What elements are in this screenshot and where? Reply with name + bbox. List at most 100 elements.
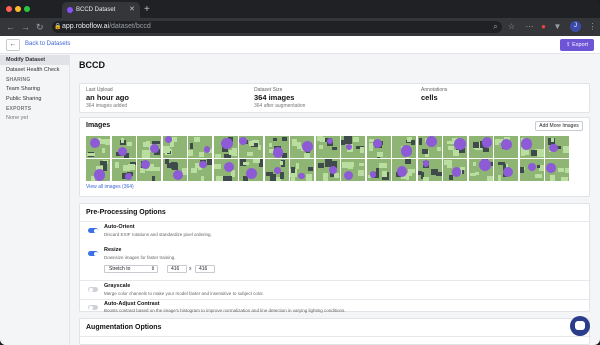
divider (80, 336, 591, 337)
reload-icon[interactable]: ↻ (36, 21, 44, 33)
app-header: ← Back to Datasets ⇪ Export (0, 36, 600, 54)
image-thumbnail[interactable] (111, 136, 136, 158)
image-thumbnail[interactable] (494, 159, 518, 181)
dataset-size-value: 364 images (254, 93, 295, 102)
toggle-knob (88, 287, 93, 292)
image-thumbnail[interactable] (545, 136, 569, 158)
image-thumbnail[interactable] (519, 159, 544, 181)
page-title: BCCD (79, 60, 105, 70)
image-thumbnail[interactable] (366, 159, 391, 181)
maximize-window-button[interactable] (24, 6, 30, 12)
auto-adjust-contrast-name: Auto-Adjust Contrast (104, 301, 160, 307)
back-arrow-icon[interactable]: ← (6, 21, 15, 33)
resize-toggle[interactable] (88, 251, 98, 256)
images-card: Images Add More Images View all images (… (79, 117, 590, 197)
image-thumbnail[interactable] (341, 159, 365, 181)
add-more-images-button[interactable]: Add More Images (535, 121, 583, 131)
image-thumbnail[interactable] (290, 159, 314, 181)
auto-orient-desc: Discard EXIF rotations and standardize p… (104, 232, 212, 237)
select-arrows-icon: ⇕ (150, 266, 155, 272)
forward-arrow-icon[interactable]: → (21, 21, 30, 33)
lock-icon: 🔒 (54, 24, 62, 30)
url-path: /dataset/bccd (109, 23, 151, 30)
image-thumbnail[interactable] (392, 136, 416, 158)
color-picker-icon[interactable]: ● (539, 22, 548, 31)
image-thumbnail[interactable] (366, 136, 391, 158)
search-icon[interactable]: ⌕ (491, 22, 500, 31)
image-thumbnail[interactable] (239, 159, 263, 181)
image-thumbnail[interactable] (213, 159, 238, 181)
sidebar-exports-empty: None yet (6, 115, 29, 121)
resize-width-input[interactable]: 416 (167, 265, 187, 273)
resize-mode-select[interactable]: Stretch to ⇕ (104, 265, 158, 273)
sidebar-item-team-sharing[interactable]: Team Sharing (0, 84, 69, 94)
image-thumbnail[interactable] (341, 136, 365, 158)
image-thumbnail[interactable] (162, 159, 187, 181)
image-thumbnail[interactable] (290, 136, 314, 158)
image-thumbnail[interactable] (86, 136, 110, 158)
sidebar-item-modify-dataset[interactable]: Modify Dataset (0, 55, 69, 65)
image-thumbnail[interactable] (188, 159, 212, 181)
image-thumbnail[interactable] (137, 159, 161, 181)
annotations-value: cells (421, 93, 438, 102)
image-thumbnail[interactable] (494, 136, 518, 158)
chat-widget-button[interactable] (570, 316, 590, 336)
close-window-button[interactable] (6, 6, 12, 12)
resize-desc: Downsize images for faster training. (104, 255, 176, 260)
auto-adjust-contrast-desc: Boosts contrast based on the image's his… (104, 308, 346, 313)
image-thumbnail[interactable] (264, 136, 289, 158)
image-thumbnail[interactable] (468, 136, 493, 158)
sidebar-heading-sharing: SHARING (6, 77, 31, 83)
image-thumbnail[interactable] (315, 136, 340, 158)
export-button[interactable]: ⇪ Export (560, 39, 594, 51)
sidebar-item-public-sharing[interactable]: Public Sharing (0, 94, 69, 104)
resize-height-input[interactable]: 416 (195, 265, 215, 273)
divider (80, 221, 591, 222)
image-thumbnail[interactable] (468, 159, 493, 181)
image-thumbnail[interactable] (162, 136, 187, 158)
profile-avatar[interactable]: J (570, 21, 581, 32)
image-thumbnail[interactable] (86, 159, 110, 181)
image-thumbnail[interactable] (417, 136, 442, 158)
auto-orient-toggle[interactable] (88, 228, 98, 233)
browser-window: BCCD Dataset ✕ + ← → ↻ 🔒 app.roboflow.ai… (0, 0, 600, 345)
image-thumbnail[interactable] (392, 159, 416, 181)
back-to-datasets-link[interactable]: Back to Datasets (25, 41, 70, 47)
minimize-window-button[interactable] (15, 6, 21, 12)
image-thumbnail[interactable] (545, 159, 569, 181)
image-thumbnail[interactable] (443, 136, 467, 158)
resize-mode-value: Stretch to (109, 266, 131, 272)
image-thumbnail[interactable] (188, 136, 212, 158)
grayscale-toggle[interactable] (88, 287, 98, 292)
image-thumbnail[interactable] (264, 159, 289, 181)
toggle-knob (93, 251, 98, 256)
browser-toolbar: ← → ↻ 🔒 app.roboflow.ai/dataset/bccd ⌕ ☆… (0, 18, 600, 36)
image-thumbnail[interactable] (213, 136, 238, 158)
dataset-size-sub: 364 after augmentation (254, 103, 306, 109)
url-host: app.roboflow.ai (62, 23, 110, 30)
extension-icon[interactable]: ⋯ (525, 22, 534, 31)
address-bar[interactable]: 🔒 app.roboflow.ai/dataset/bccd (52, 21, 502, 33)
shield-icon[interactable]: ▼ (553, 22, 562, 31)
image-thumbnail[interactable] (443, 159, 467, 181)
new-tab-icon[interactable]: + (144, 2, 150, 18)
image-thumbnail[interactable] (137, 136, 161, 158)
resize-name: Resize (104, 247, 122, 253)
back-button[interactable]: ← (6, 39, 20, 51)
tab-title: BCCD Dataset (76, 7, 116, 13)
image-thumbnail[interactable] (239, 136, 263, 158)
image-thumbnail[interactable] (519, 136, 544, 158)
close-tab-icon[interactable]: ✕ (129, 2, 135, 18)
star-icon[interactable]: ☆ (507, 22, 516, 31)
toggle-knob (93, 228, 98, 233)
menu-kebab-icon[interactable]: ⋮ (588, 22, 597, 31)
preprocessing-title: Pre-Processing Options (86, 209, 166, 216)
image-thumbnail[interactable] (417, 159, 442, 181)
image-thumbnail[interactable] (315, 159, 340, 181)
auto-adjust-contrast-toggle[interactable] (88, 305, 98, 310)
divider (80, 299, 591, 300)
image-thumbnail[interactable] (111, 159, 136, 181)
sidebar-item-health-check[interactable]: Dataset Health Check (0, 65, 69, 75)
view-all-images-link[interactable]: View all images (364) (86, 184, 134, 190)
browser-tab[interactable]: BCCD Dataset ✕ (62, 2, 140, 18)
